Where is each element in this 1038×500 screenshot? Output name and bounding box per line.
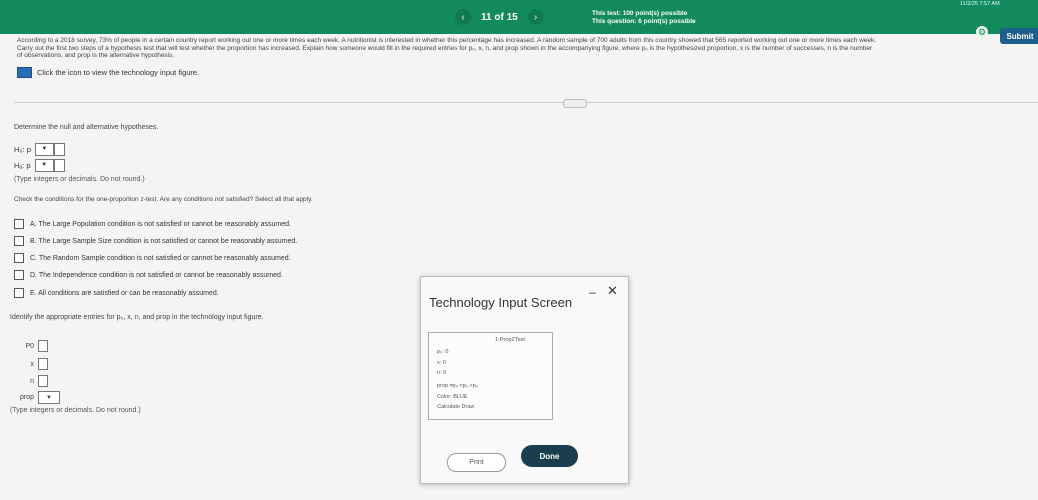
option-a[interactable]: A. The Large Population condition is not…	[14, 219, 291, 229]
n-label: n	[30, 377, 34, 385]
option-b-label: B. The Large Sample Size condition is no…	[30, 237, 298, 245]
alt-hypothesis-operator-dropdown[interactable]: ▼	[34, 158, 54, 172]
alt-hypothesis-value-input[interactable]	[53, 158, 65, 172]
p0-input[interactable]	[38, 340, 48, 352]
p0-label: P0	[25, 342, 34, 350]
calc-line-n: n: 0	[437, 370, 447, 376]
test-points: This test: 100 point(s) possible	[592, 10, 688, 17]
option-c[interactable]: C. The Random Sample condition is not sa…	[14, 253, 291, 263]
option-e-label: E. All conditions are satisfied or can b…	[30, 289, 219, 297]
chevron-down-icon: ▼	[46, 394, 52, 401]
done-button[interactable]: Done	[521, 445, 578, 467]
minimize-icon[interactable]: –	[589, 285, 596, 299]
x-label: x	[30, 360, 35, 368]
prop-label: prop	[20, 394, 35, 401]
question-2-text: Check the conditions for the one-proport…	[14, 196, 313, 203]
q3-note: (Type integers or decimals. Do not round…	[10, 407, 141, 414]
option-c-label: C. The Random Sample condition is not sa…	[30, 254, 291, 262]
option-a-label: A. The Large Population condition is not…	[30, 220, 291, 228]
prop-entry: prop ▼	[20, 391, 61, 404]
technology-figure-link[interactable]: Click the icon to view the technology in…	[17, 67, 199, 78]
technology-input-dialog: Technology Input Screen – ✕ 1-PropZTest …	[420, 276, 629, 484]
q1-note: (Type integers or decimals. Do not round…	[14, 176, 145, 183]
calculator-screen: 1-PropZTest p₀: 0 x: 0 n: 0 prop ≠p₀ <p₀…	[428, 332, 553, 420]
chevron-down-icon: ▼	[41, 162, 48, 168]
problem-line-3: of observations, and prop is the alterna…	[17, 52, 175, 59]
option-e[interactable]: E. All conditions are satisfied or can b…	[14, 288, 219, 298]
figure-icon[interactable]	[17, 67, 32, 78]
problem-line-2: Carry out the first two steps of a hypot…	[17, 44, 873, 52]
alt-hypothesis-label: Hₐ: p	[14, 160, 31, 170]
null-hypothesis-operator-dropdown[interactable]: ▼	[34, 142, 54, 156]
option-d-checkbox[interactable]	[14, 270, 24, 280]
problem-statement: According to a 2018 survey, 73% of peopl…	[17, 37, 1017, 60]
option-d-label: D. The Independence condition is not sat…	[30, 271, 283, 279]
problem-line-1: According to a 2018 survey, 73% of peopl…	[17, 37, 877, 44]
calc-line-x: x: 0	[437, 360, 446, 366]
prop-dropdown[interactable]: ▼	[38, 391, 61, 404]
x-input[interactable]	[38, 358, 48, 370]
chevron-down-icon: ▼	[41, 146, 48, 152]
calc-line-prop: prop ≠p₀ <p₀ >p₀	[437, 383, 479, 389]
dialog-title: Technology Input Screen	[429, 295, 573, 310]
option-d[interactable]: D. The Independence condition is not sat…	[14, 270, 283, 280]
question-navigator: ‹ 11 of 15 ›	[455, 9, 544, 25]
null-hypothesis-value-input[interactable]	[53, 142, 65, 156]
clock-readout: 11/2/25 7:57 AM	[960, 1, 1000, 7]
p0-entry: P0	[14, 340, 48, 352]
print-button[interactable]: Print	[447, 453, 506, 472]
points-info: This test: 100 point(s) possible This qu…	[592, 10, 696, 26]
calc-line-color: Color: BLUE	[437, 394, 468, 400]
technology-figure-link-label: Click the icon to view the technology in…	[37, 68, 200, 77]
option-e-checkbox[interactable]	[14, 288, 24, 298]
null-hypothesis-label: H₀: p	[14, 144, 31, 154]
question-3-text: Identify the appropriate entries for p₀,…	[10, 314, 264, 321]
option-c-checkbox[interactable]	[14, 253, 24, 263]
calc-line-actions: Calculate Draw	[437, 404, 475, 410]
option-a-checkbox[interactable]	[14, 219, 24, 229]
n-input[interactable]	[38, 375, 48, 387]
n-entry: n	[14, 375, 48, 387]
question-points: This question: 6 point(s) possible	[592, 18, 696, 25]
divider-handle[interactable]	[563, 99, 587, 108]
calculator-title: 1-PropZTest	[495, 337, 525, 343]
x-entry: x	[14, 358, 48, 370]
question-counter: 11 of 15	[481, 11, 518, 23]
divider	[14, 102, 1038, 103]
close-icon[interactable]: ✕	[607, 283, 618, 299]
null-hypothesis-row: H₀: p ▼	[14, 142, 65, 156]
next-question-button[interactable]: ›	[527, 9, 544, 25]
alt-hypothesis-row: Hₐ: p ▼	[14, 158, 65, 172]
question-1-text: Determine the null and alternative hypot…	[14, 124, 159, 131]
option-b[interactable]: B. The Large Sample Size condition is no…	[14, 236, 297, 246]
calc-line-p0: p₀: 0	[437, 349, 449, 355]
previous-question-button[interactable]: ‹	[455, 9, 471, 25]
option-b-checkbox[interactable]	[14, 236, 24, 246]
